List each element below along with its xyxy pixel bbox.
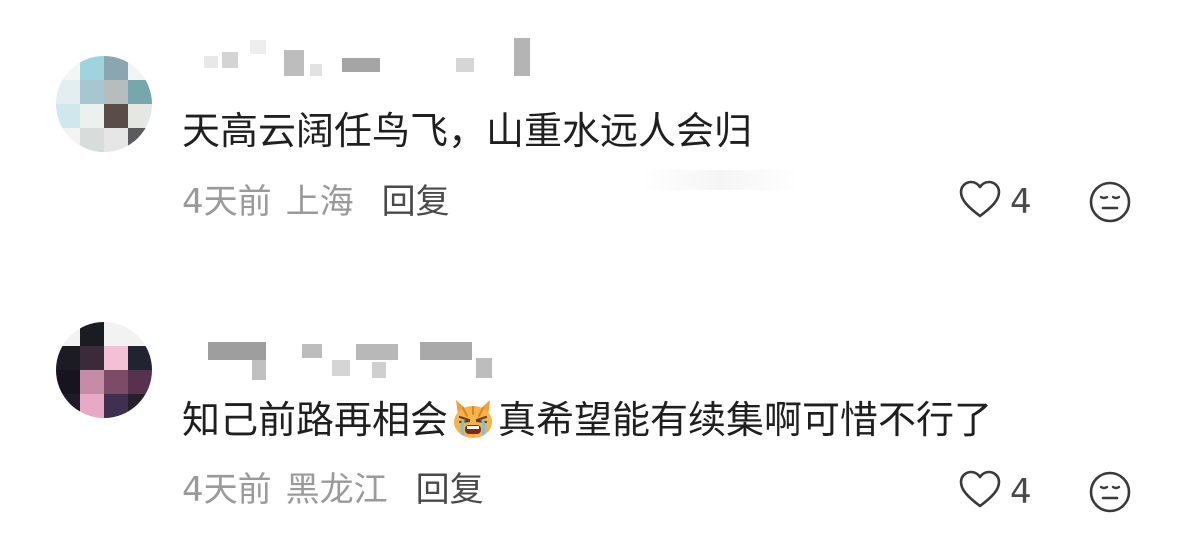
like-button[interactable]: 4	[958, 470, 1032, 514]
username-redacted[interactable]	[182, 36, 602, 76]
avatar[interactable]	[56, 322, 152, 418]
comment-text-part: 知己前路再相会	[182, 398, 449, 442]
emote-button[interactable]	[1088, 180, 1132, 224]
crying-cat-face-emoji	[451, 396, 495, 440]
comment-location: 黑龙江	[285, 470, 388, 510]
comment-meta: 4天前 上海 回复	[182, 182, 450, 222]
comment-text: 天高云阔任鸟飞，山重水远人会归	[182, 109, 753, 153]
avatar[interactable]	[56, 56, 152, 152]
comment-text-part: 真希望能有续集啊可惜不行了	[498, 398, 993, 442]
comment-meta: 4天前 黑龙江 回复	[182, 470, 484, 510]
reply-button[interactable]: 回复	[416, 470, 484, 510]
heart-outline-icon	[958, 470, 1002, 514]
emote-button[interactable]	[1088, 470, 1132, 514]
comment-time: 4天前	[182, 470, 272, 510]
like-button[interactable]: 4	[958, 180, 1032, 224]
neutral-face-icon	[1088, 181, 1132, 228]
username-redacted[interactable]	[182, 340, 602, 380]
like-count: 4	[1010, 472, 1032, 512]
reply-button[interactable]: 回复	[382, 182, 450, 222]
comment-location: 上海	[285, 182, 354, 222]
heart-outline-icon	[958, 180, 1002, 224]
comment-text: 知己前路再相会 真希望能有续集啊可惜不行了	[182, 396, 992, 443]
comment-time: 4天前	[182, 182, 272, 222]
comment-item: 知己前路再相会 真希望能有续集啊可惜不行了 4天前 黑龙江 回复 4	[0, 290, 1200, 540]
comment-item: 天高云阔任鸟飞，山重水远人会归 4天前 上海 回复 4	[0, 0, 1200, 250]
neutral-face-icon	[1088, 471, 1132, 518]
like-count: 4	[1010, 182, 1032, 222]
